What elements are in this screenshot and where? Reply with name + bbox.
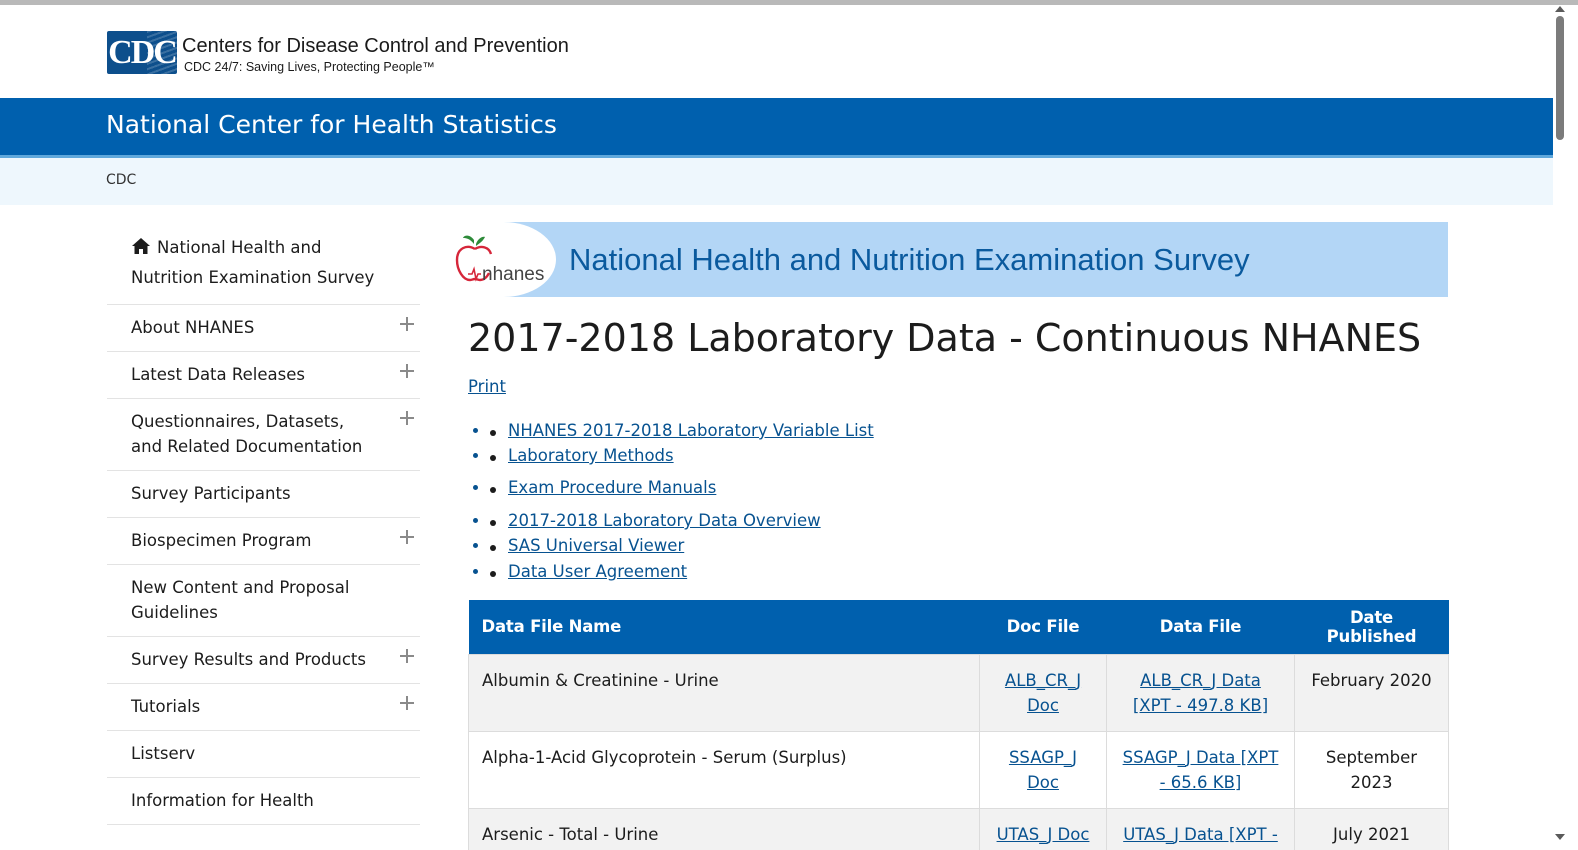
home-icon	[132, 238, 150, 254]
table-row: Arsenic - Total - Urine UTAS_J Doc UTAS_…	[468, 807, 1449, 850]
sidebar-item-survey-participants[interactable]: Survey Participants	[107, 471, 420, 518]
sidebar-item-latest-data-releases[interactable]: Latest Data Releases	[107, 352, 420, 399]
sidebar-item-label: About NHANES	[131, 318, 255, 337]
sidebar-item-listserv[interactable]: Listserv	[107, 731, 420, 778]
nhanes-banner: nhanes National Health and Nutrition Exa…	[451, 222, 1448, 297]
sidebar-item-new-content[interactable]: New Content and Proposal Guidelines	[107, 565, 420, 637]
table-row: Albumin & Creatinine - Urine ALB_CR_J Do…	[468, 653, 1449, 732]
doc-file-link[interactable]: UTAS_J Doc	[997, 825, 1090, 844]
link-data-user-agreement[interactable]: Data User Agreement	[508, 562, 687, 581]
data-file-link[interactable]: ALB_CR_J Data [XPT - 497.8 KB]	[1133, 671, 1268, 715]
bullet	[490, 520, 496, 526]
sidebar-item-nhanes-home[interactable]: National Health and Nutrition Examinatio…	[107, 223, 420, 305]
column-header-data-file[interactable]: Data File	[1106, 600, 1295, 654]
link-sas-universal-viewer[interactable]: SAS Universal Viewer	[508, 536, 684, 555]
expand-plus-icon[interactable]	[400, 649, 414, 663]
cell-date-published: July 2021	[1294, 807, 1449, 850]
data-files-table: Data File Name Doc File Data File Date P…	[468, 600, 1449, 850]
breadcrumb-cdc[interactable]: CDC	[106, 172, 136, 188]
expand-plus-icon[interactable]	[400, 696, 414, 710]
scroll-down-arrow-icon[interactable]	[1555, 834, 1565, 840]
org-tagline: CDC 24/7: Saving Lives, Protecting Peopl…	[184, 60, 435, 74]
table-header-row: Data File Name Doc File Data File Date P…	[468, 600, 1449, 654]
breadcrumb: CDC	[0, 158, 1553, 205]
sidebar-item-information-for-health[interactable]: Information for Health	[107, 778, 420, 825]
sidebar-item-label: Biospecimen Program	[131, 531, 312, 550]
doc-file-link[interactable]: SSAGP_J Doc	[1009, 748, 1077, 792]
side-navigation: National Health and Nutrition Examinatio…	[107, 223, 420, 825]
site-title-bar: National Center for Health Statistics	[0, 98, 1553, 155]
cell-data-file: ALB_CR_J Data [XPT - 497.8 KB]	[1106, 653, 1295, 732]
sidebar-item-about-nhanes[interactable]: About NHANES	[107, 305, 420, 352]
sidebar-item-label: New Content and Proposal Guidelines	[131, 578, 350, 622]
print-link[interactable]: Print	[468, 377, 506, 396]
table-row: Alpha-1-Acid Glycoprotein - Serum (Surpl…	[468, 730, 1449, 809]
sidebar-item-label: Latest Data Releases	[131, 365, 305, 384]
data-file-link[interactable]: UTAS_J Data [XPT -	[1123, 825, 1278, 844]
column-header-date-published[interactable]: Date Published	[1294, 600, 1449, 654]
cell-date-published: September 2023	[1294, 730, 1449, 809]
cell-doc-file: UTAS_J Doc	[979, 807, 1107, 850]
logo-text: CDC	[108, 34, 177, 71]
sidebar-item-survey-results[interactable]: Survey Results and Products	[107, 637, 420, 684]
sidebar-item-label: Survey Results and Products	[131, 650, 366, 669]
column-header-doc-file[interactable]: Doc File	[979, 600, 1107, 654]
org-name[interactable]: Centers for Disease Control and Preventi…	[182, 35, 569, 58]
cell-file-name: Alpha-1-Acid Glycoprotein - Serum (Surpl…	[468, 730, 980, 809]
sidebar-item-label: Survey Participants	[131, 484, 291, 503]
doc-file-link[interactable]: ALB_CR_J Doc	[1005, 671, 1081, 715]
expand-plus-icon[interactable]	[400, 411, 414, 425]
link-data-overview[interactable]: 2017-2018 Laboratory Data Overview	[508, 511, 821, 530]
sidebar-item-label: National Health and Nutrition Examinatio…	[131, 238, 375, 287]
sidebar-item-label: Information for Health	[131, 791, 314, 810]
banner-title: National Health and Nutrition Examinatio…	[569, 242, 1250, 277]
page-title: 2017-2018 Laboratory Data - Continuous N…	[468, 316, 1422, 360]
bullet	[490, 545, 496, 551]
nhanes-wordmark: nhanes	[482, 264, 545, 285]
bullet	[490, 430, 496, 436]
scroll-up-arrow-icon[interactable]	[1555, 6, 1565, 12]
data-file-link[interactable]: SSAGP_J Data [XPT - 65.6 KB]	[1123, 748, 1279, 792]
cdc-logo[interactable]: CDC	[107, 31, 177, 74]
sidebar-item-label: Tutorials	[131, 697, 201, 716]
cell-file-name: Arsenic - Total - Urine	[468, 807, 980, 850]
bullet	[490, 487, 496, 493]
sidebar-item-label: Questionnaires, Datasets, and Related Do…	[131, 412, 363, 456]
sidebar-item-questionnaires[interactable]: Questionnaires, Datasets, and Related Do…	[107, 399, 420, 471]
cell-doc-file: SSAGP_J Doc	[979, 730, 1107, 809]
bullet	[490, 455, 496, 461]
cdc-header: CDC Centers for Disease Control and Prev…	[0, 5, 1553, 98]
expand-plus-icon[interactable]	[400, 364, 414, 378]
bullet	[490, 571, 496, 577]
cell-data-file: SSAGP_J Data [XPT - 65.6 KB]	[1106, 730, 1295, 809]
scrollbar-thumb[interactable]	[1556, 16, 1564, 140]
cell-doc-file: ALB_CR_J Doc	[979, 653, 1107, 732]
cell-date-published: February 2020	[1294, 653, 1449, 732]
sidebar-item-tutorials[interactable]: Tutorials	[107, 684, 420, 731]
column-header-data-file-name[interactable]: Data File Name	[468, 600, 980, 654]
expand-plus-icon[interactable]	[400, 317, 414, 331]
expand-plus-icon[interactable]	[400, 530, 414, 544]
sidebar-item-label: Listserv	[131, 744, 196, 763]
link-exam-procedure-manuals[interactable]: Exam Procedure Manuals	[508, 478, 716, 497]
cell-file-name: Albumin & Creatinine - Urine	[468, 653, 980, 732]
site-title[interactable]: National Center for Health Statistics	[106, 110, 557, 139]
cell-data-file: UTAS_J Data [XPT -	[1106, 807, 1295, 850]
sidebar-item-biospecimen-program[interactable]: Biospecimen Program	[107, 518, 420, 565]
link-laboratory-methods[interactable]: Laboratory Methods	[508, 446, 674, 465]
link-variable-list[interactable]: NHANES 2017-2018 Laboratory Variable Lis…	[508, 421, 874, 440]
